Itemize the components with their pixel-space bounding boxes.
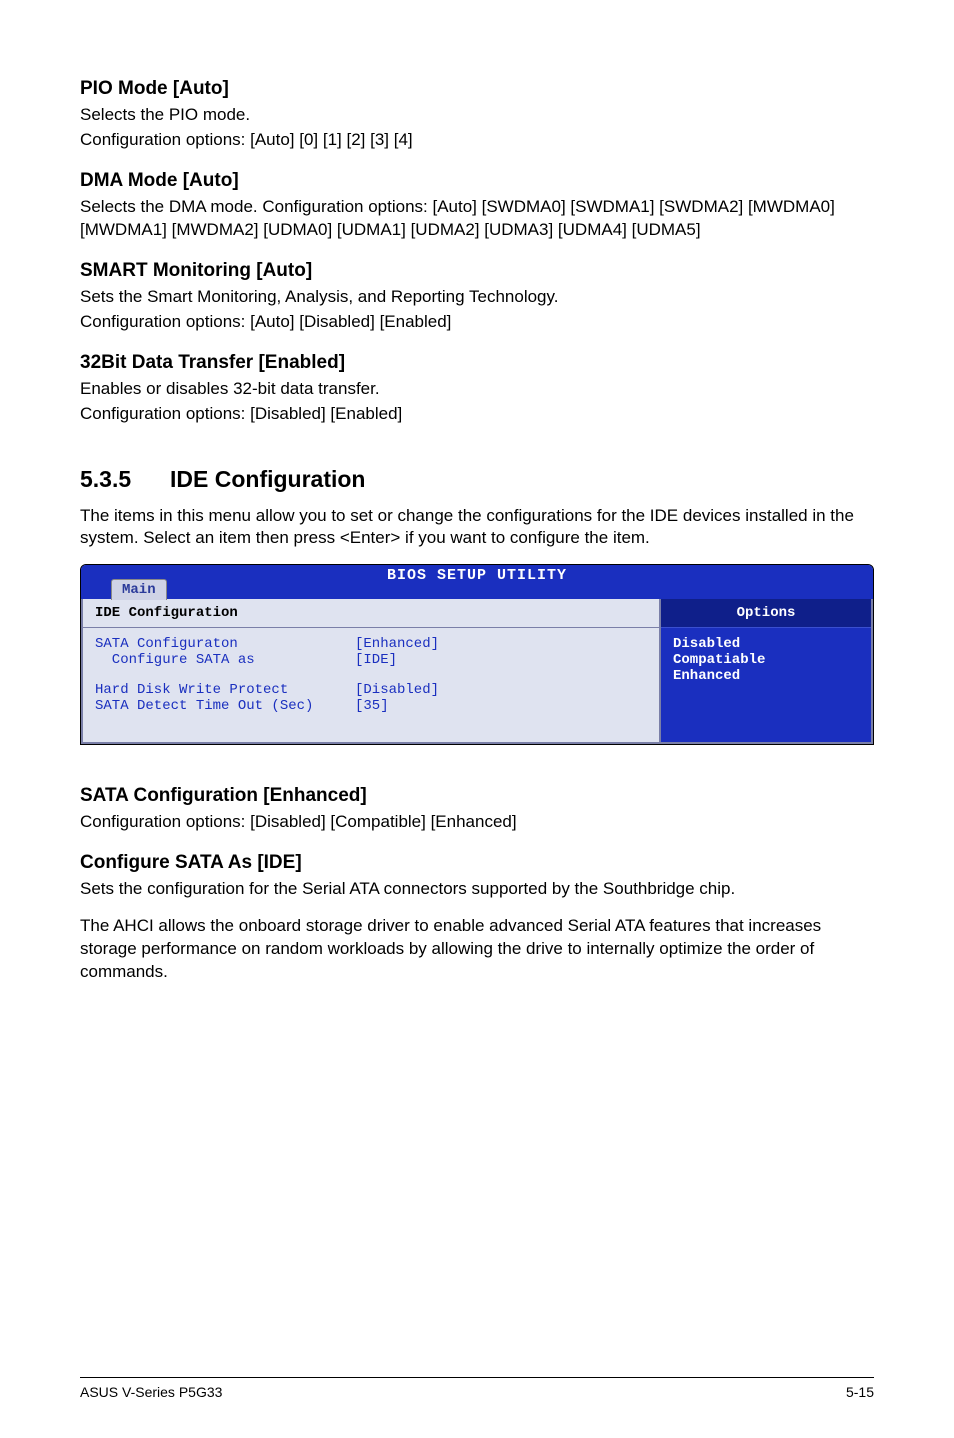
bios-row: SATA Detect Time Out (Sec)[35] [95, 698, 647, 714]
bios-row: SATA Configuraton[Enhanced] [95, 636, 647, 652]
bios-left-pane: IDE Configuration SATA Configuraton[Enha… [81, 599, 661, 744]
bios-option: Compatiable [673, 652, 859, 668]
pio-line2: Configuration options: [Auto] [0] [1] [2… [80, 129, 874, 152]
ide-heading: 5.3.5IDE Configuration [80, 466, 874, 493]
ide-title: IDE Configuration [170, 466, 365, 492]
ide-number: 5.3.5 [80, 466, 170, 493]
footer-right: 5-15 [846, 1384, 874, 1400]
bios-option: Enhanced [673, 668, 859, 684]
cfg-sata-as-heading: Configure SATA As [IDE] [80, 852, 874, 874]
bios-tab-main: Main [111, 579, 167, 600]
bios-value: [35] [355, 698, 389, 714]
xfer-line1: Enables or disables 32-bit data transfer… [80, 378, 874, 401]
sata-cfg-text: Configuration options: [Disabled] [Compa… [80, 811, 874, 834]
cfg-sata-as-p1: Sets the configuration for the Serial AT… [80, 878, 874, 901]
footer-left: ASUS V-Series P5G33 [80, 1384, 222, 1400]
bios-label: Configure SATA as [95, 652, 355, 668]
bios-option: Disabled [673, 636, 859, 652]
bios-label: Hard Disk Write Protect [95, 682, 355, 698]
pio-line1: Selects the PIO mode. [80, 104, 874, 127]
bios-value: [IDE] [355, 652, 397, 668]
bios-header: BIOS SETUP UTILITY Main [81, 565, 873, 599]
smart-heading: SMART Monitoring [Auto] [80, 260, 874, 282]
cfg-sata-as-p2: The AHCI allows the onboard storage driv… [80, 915, 874, 984]
bios-value: [Enhanced] [355, 636, 439, 652]
ide-intro: The items in this menu allow you to set … [80, 505, 874, 551]
bios-body: IDE Configuration SATA Configuraton[Enha… [81, 599, 873, 744]
bios-left-title: IDE Configuration [83, 599, 659, 628]
bios-label: SATA Configuraton [95, 636, 355, 652]
bios-left-content: SATA Configuraton[Enhanced] Configure SA… [83, 628, 659, 742]
bios-row: Configure SATA as[IDE] [95, 652, 647, 668]
bios-right-pane: Options Disabled Compatiable Enhanced [661, 599, 873, 744]
bios-value: [Disabled] [355, 682, 439, 698]
bios-right-title: Options [661, 599, 871, 628]
bios-fade [80, 749, 874, 767]
bios-row: Hard Disk Write Protect[Disabled] [95, 682, 647, 698]
bios-screenshot: BIOS SETUP UTILITY Main IDE Configuratio… [80, 564, 874, 745]
sata-cfg-heading: SATA Configuration [Enhanced] [80, 785, 874, 807]
bios-row-spacer [95, 668, 647, 682]
page-footer: ASUS V-Series P5G33 5-15 [80, 1377, 874, 1400]
bios-right-content: Disabled Compatiable Enhanced [661, 628, 871, 712]
pio-heading: PIO Mode [Auto] [80, 78, 874, 100]
bios-title: BIOS SETUP UTILITY [81, 565, 873, 586]
xfer-heading: 32Bit Data Transfer [Enabled] [80, 352, 874, 374]
xfer-line2: Configuration options: [Disabled] [Enabl… [80, 403, 874, 426]
smart-line2: Configuration options: [Auto] [Disabled]… [80, 311, 874, 334]
dma-text: Selects the DMA mode. Configuration opti… [80, 196, 874, 242]
page: PIO Mode [Auto] Selects the PIO mode. Co… [0, 0, 954, 1438]
bios-label: SATA Detect Time Out (Sec) [95, 698, 355, 714]
smart-line1: Sets the Smart Monitoring, Analysis, and… [80, 286, 874, 309]
dma-heading: DMA Mode [Auto] [80, 170, 874, 192]
